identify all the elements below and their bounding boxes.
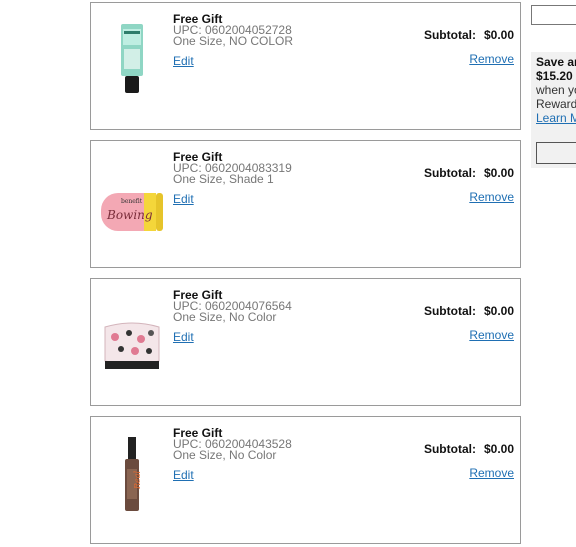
item-variant: One Size, No Color [173, 448, 277, 462]
item-variant: One Size, NO COLOR [173, 34, 294, 48]
svg-text:benefit: benefit [121, 198, 143, 205]
cart-item: Free Gift UPC: 0602004052728 One Size, N… [90, 2, 521, 130]
cart-item: benefit Bowing Free Gift UPC: 0602004083… [90, 140, 521, 268]
primer-tube-product-image[interactable] [101, 19, 163, 99]
subtotal-label: Subtotal: [423, 166, 476, 180]
remove-link[interactable]: Remove [469, 466, 514, 480]
remove-link[interactable]: Remove [469, 52, 514, 66]
learn-more-link[interactable]: Learn M [536, 111, 576, 125]
item-variant: One Size, No Color [173, 310, 277, 324]
subtotal-value: $0.00 [483, 28, 514, 42]
promo-text: when yo [536, 83, 576, 97]
cosmetic-bag-product-image[interactable] [101, 309, 163, 389]
subtotal-label: Subtotal: [423, 28, 476, 42]
subtotal-value: $0.00 [483, 304, 514, 318]
subtotal-value: $0.00 [483, 442, 514, 456]
item-subtotal: Subtotal: $0.00 [424, 304, 514, 318]
promo-text: Reward [536, 97, 576, 111]
subtotal-label: Subtotal: [423, 442, 476, 456]
subtotal-value: $0.00 [483, 166, 514, 180]
edit-link[interactable]: Edit [173, 192, 194, 206]
promo-headline: Save an [536, 55, 576, 69]
promo-button[interactable] [536, 142, 576, 164]
rewards-promo-panel: Save an $15.20 when yo Reward Learn M [531, 52, 576, 168]
item-variant: One Size, Shade 1 [173, 172, 274, 186]
remove-link[interactable]: Remove [469, 190, 514, 204]
promo-code-input[interactable] [531, 5, 576, 25]
brow-wax-compact-product-image[interactable]: benefit Bowing [101, 173, 163, 253]
cart-page: Free Gift UPC: 0602004052728 One Size, N… [0, 0, 576, 547]
item-info: Free Gift UPC: 0602004043528 One Size, N… [173, 427, 393, 484]
promo-amount: $15.20 [536, 69, 573, 83]
item-subtotal: Subtotal: $0.00 [424, 166, 514, 180]
cart-item: Free Gift UPC: 0602004076564 One Size, N… [90, 278, 521, 406]
item-info: Free Gift UPC: 0602004083319 One Size, S… [173, 151, 393, 208]
edit-link[interactable]: Edit [173, 54, 194, 68]
item-info: Free Gift UPC: 0602004052728 One Size, N… [173, 13, 393, 70]
item-info: Free Gift UPC: 0602004076564 One Size, N… [173, 289, 393, 346]
subtotal-label: Subtotal: [423, 304, 476, 318]
svg-text:Bowing: Bowing [106, 208, 153, 222]
item-subtotal: Subtotal: $0.00 [424, 28, 514, 42]
cart-item: Real Free Gift UPC: 0602004043528 One Si… [90, 416, 521, 544]
svg-text:Real: Real [133, 470, 142, 490]
mascara-product-image[interactable]: Real [101, 435, 163, 515]
remove-link[interactable]: Remove [469, 328, 514, 342]
edit-link[interactable]: Edit [173, 330, 194, 344]
item-subtotal: Subtotal: $0.00 [424, 442, 514, 456]
edit-link[interactable]: Edit [173, 468, 194, 482]
